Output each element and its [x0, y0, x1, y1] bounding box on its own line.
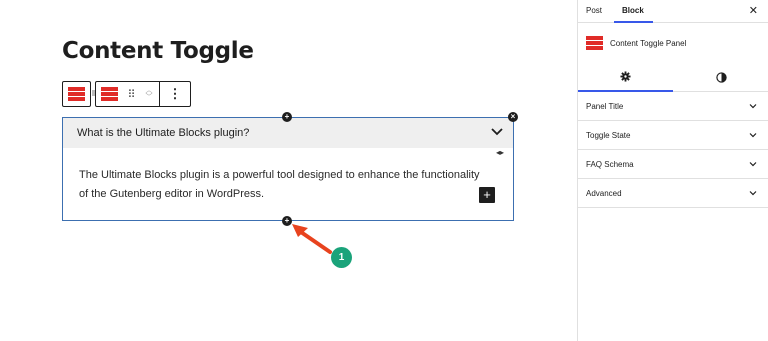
- callout-badge: 1: [331, 247, 352, 268]
- tab-styles[interactable]: [674, 62, 768, 92]
- toggle-answer[interactable]: The Ultimate Blocks plugin is a powerful…: [79, 166, 489, 204]
- panel-label: Toggle State: [586, 131, 631, 140]
- active-tab-indicator: [614, 21, 653, 23]
- tab-post[interactable]: Post: [586, 6, 602, 15]
- add-block-button[interactable]: +: [479, 187, 495, 203]
- panel-label: Advanced: [586, 189, 622, 198]
- resize-icon[interactable]: ◂▸: [496, 148, 504, 157]
- more-options-icon: ⋮: [168, 86, 182, 101]
- arrow-annotation-icon: [292, 224, 332, 254]
- tab-settings[interactable]: [578, 62, 673, 92]
- chevron-down-icon: [749, 162, 757, 167]
- content-toggle-block[interactable]: What is the Ultimate Blocks plugin? ◂▸ T…: [62, 117, 514, 221]
- page-title[interactable]: Content Toggle: [62, 38, 254, 64]
- more-options-button[interactable]: ⋮: [160, 82, 190, 106]
- mover-buttons[interactable]: ︿ ﹀: [139, 82, 159, 106]
- chevron-down-icon: [749, 133, 757, 138]
- panel-toggle-state[interactable]: Toggle State: [578, 121, 768, 150]
- parent-block-icon: [68, 87, 85, 101]
- content-toggle-icon: [101, 87, 118, 101]
- editor-canvas: Content Toggle ⠿ ︿ ﹀ ⋮ What is the Ultim…: [0, 0, 577, 341]
- chevron-down-icon: [749, 191, 757, 196]
- panel-advanced[interactable]: Advanced: [578, 179, 768, 208]
- block-toolbar: ⠿ ︿ ﹀ ⋮: [95, 81, 191, 107]
- panel-faq-schema[interactable]: FAQ Schema: [578, 150, 768, 179]
- toggle-header[interactable]: What is the Ultimate Blocks plugin?: [63, 118, 513, 148]
- sidebar-tabs: Post Block ✕: [578, 0, 768, 23]
- panel-panel-title[interactable]: Panel Title: [578, 92, 768, 121]
- panel-label: Panel Title: [586, 102, 624, 111]
- block-card: Content Toggle Panel: [586, 36, 686, 50]
- drag-handle-button[interactable]: ⠿: [123, 82, 139, 106]
- block-name: Content Toggle Panel: [610, 38, 687, 48]
- move-up-icon[interactable]: ︿: [146, 87, 153, 94]
- move-down-icon[interactable]: ﹀: [146, 94, 153, 101]
- close-icon[interactable]: ✕: [749, 4, 758, 17]
- contrast-icon: [716, 71, 727, 83]
- tab-block[interactable]: Block: [622, 6, 644, 15]
- select-parent-button[interactable]: [62, 81, 91, 107]
- gear-icon: [620, 70, 631, 82]
- settings-sidebar: Post Block ✕ Content Toggle Panel Panel …: [577, 0, 768, 341]
- drag-handle-icon: ⠿: [127, 88, 135, 101]
- toggle-question[interactable]: What is the Ultimate Blocks plugin?: [77, 127, 249, 139]
- chevron-down-icon[interactable]: [490, 125, 504, 139]
- corner-handle-icon[interactable]: ×: [508, 112, 518, 122]
- top-insert-handle-icon[interactable]: +: [282, 112, 292, 122]
- panel-label: FAQ Schema: [586, 160, 634, 169]
- content-toggle-icon: [586, 36, 603, 50]
- settings-style-tabs: [578, 62, 768, 92]
- block-type-button[interactable]: [96, 82, 123, 106]
- chevron-down-icon: [749, 104, 757, 109]
